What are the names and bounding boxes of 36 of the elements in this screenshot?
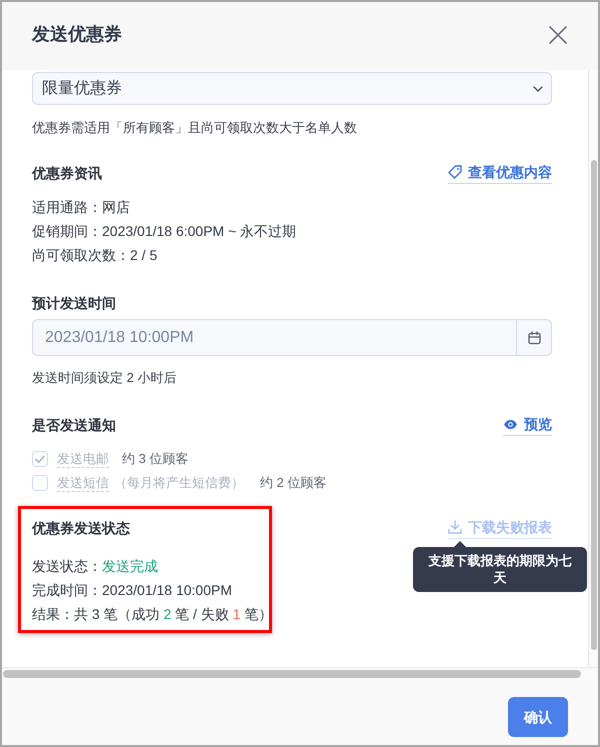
tag-icon: [448, 165, 462, 179]
confirm-button[interactable]: 确认: [508, 697, 568, 737]
section-title: 是否发送通知: [32, 416, 116, 434]
check-icon: [35, 454, 45, 464]
info-line: 适用通路：网店: [32, 198, 130, 217]
customer-count: 约 3 位顾客: [122, 450, 188, 468]
horizontal-scrollbar[interactable]: [2, 667, 598, 681]
scrollbar-thumb[interactable]: [3, 670, 581, 678]
section-title: 预计发送时间: [32, 294, 116, 313]
status-line: 发送状态：发送完成: [32, 557, 158, 576]
info-line: 尚可领取次数：2 / 5: [32, 246, 158, 265]
fee-note: （每月将产生短信费）: [114, 474, 244, 492]
customer-count: 约 2 位顾客: [260, 474, 326, 492]
vertical-scrollbar[interactable]: [588, 70, 598, 667]
section-title: 优惠券发送状态: [32, 518, 130, 538]
view-offer-link[interactable]: 查看优惠内容: [448, 162, 552, 184]
date-field[interactable]: 2023/01/18 10:00PM: [32, 319, 552, 356]
dialog-title: 发送优惠券: [32, 23, 122, 46]
hint-text: 发送时间须设定 2 小时后: [32, 369, 176, 387]
scrollbar-thumb[interactable]: [591, 160, 597, 650]
checkbox-label: 发送短信: [57, 474, 109, 492]
section-title: 优惠券资讯: [32, 164, 102, 182]
status-line: 完成时间：2023/01/18 10:00PM: [32, 581, 232, 600]
chevron-down-icon: [533, 86, 543, 92]
close-icon: [549, 26, 567, 44]
calendar-icon: [528, 330, 540, 344]
download-icon: [448, 520, 462, 534]
status-line: 结果：共 3 笔（成功 2 笔 / 失败 1 笔）: [32, 605, 272, 624]
coupon-type-select[interactable]: 限量优惠券: [32, 72, 552, 105]
preview-link[interactable]: 预览: [503, 414, 552, 436]
close-button[interactable]: [549, 26, 567, 44]
checkbox-label: 发送电邮: [57, 450, 109, 468]
hint-text: 优惠券需适用「所有顾客」且尚可领取次数大于名单人数: [32, 119, 357, 137]
tooltip: 支援下载报表的期限为七天: [413, 541, 587, 592]
info-line: 促销期间：2023/01/18 6:00PM ~ 永不过期: [32, 222, 296, 241]
eye-icon: [503, 418, 518, 430]
